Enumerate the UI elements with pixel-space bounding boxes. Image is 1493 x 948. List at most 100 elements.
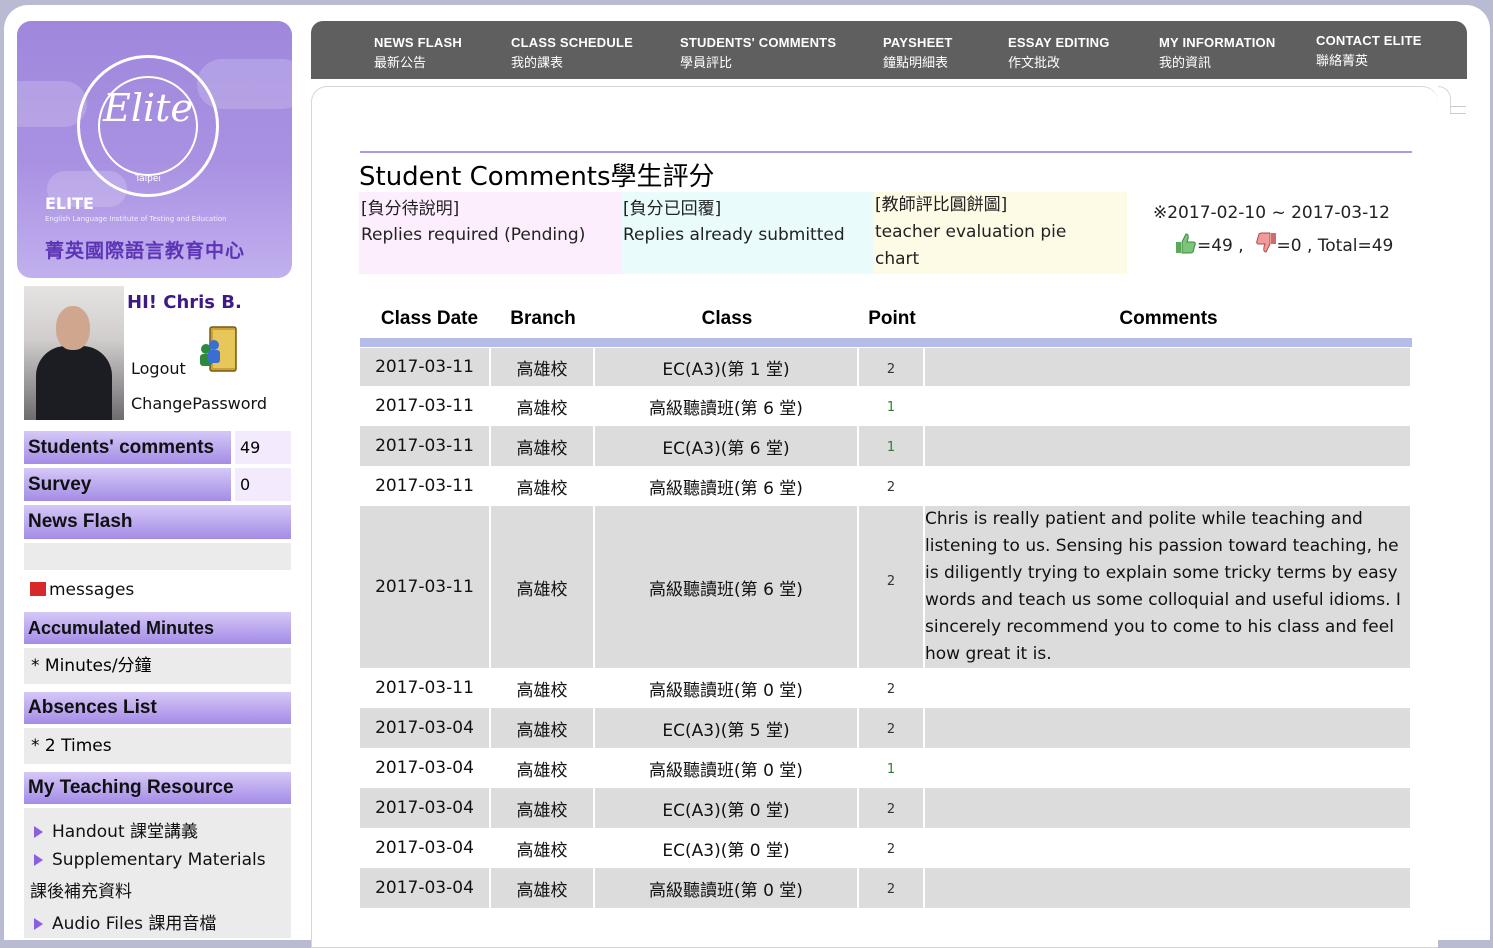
class-cell: EC(A3)(第 0 堂) — [595, 828, 859, 868]
user-greeting: HI! Chris B. — [127, 292, 242, 313]
col-comments: Comments — [1119, 308, 1218, 329]
news-flash-header[interactable]: News Flash — [24, 505, 291, 539]
class-date-cell: 2017-03-04 — [360, 748, 491, 788]
audio-files-link[interactable]: Audio Files 課用音檔 — [34, 909, 216, 934]
change-password-link[interactable]: ChangePassword — [131, 394, 267, 413]
legend-pie-chart[interactable]: [教師評比圓餅圖] teacher evaluation pie chart — [873, 192, 1127, 274]
comment-cell — [925, 466, 1412, 506]
comment-cell — [925, 348, 1412, 386]
date-range: ※2017-02-10 ~ 2017-03-12 — [1153, 203, 1390, 223]
point-cell: 1 — [859, 748, 925, 788]
col-branch: Branch — [510, 308, 576, 329]
logo-subtitle: English Language Institute of Testing an… — [45, 215, 227, 223]
point-cell: 2 — [859, 466, 925, 506]
logo-seal: Elite Taipei — [77, 55, 219, 197]
thumbs-up-icon — [1176, 233, 1196, 254]
nav-my-information[interactable]: MY INFORMATION 我的資訊 — [1159, 33, 1275, 73]
survey-link[interactable]: Survey — [24, 468, 231, 501]
table-row: 2017-03-11 高雄校 高級聽讀班(第 6 堂) 2 Chris is reall… — [360, 506, 1412, 668]
branch-cell: 高雄校 — [491, 506, 595, 668]
class-cell: EC(A3)(第 0 堂) — [595, 788, 859, 828]
comment-cell — [925, 748, 1412, 788]
scroll-handle[interactable] — [1450, 106, 1466, 114]
branch-cell: 高雄校 — [491, 668, 595, 708]
absences-item: * 2 Times — [24, 728, 291, 764]
legend-pending[interactable]: [負分待說明] Replies required (Pending) — [359, 192, 621, 274]
class-date-cell: 2017-03-11 — [360, 668, 491, 708]
col-point: Point — [868, 308, 916, 329]
messages-link[interactable]: messages — [30, 580, 134, 600]
table-row: 2017-03-04 高雄校 高級聽讀班(第 0 堂) 1 — [360, 748, 1412, 788]
comment-cell — [925, 426, 1412, 466]
nav-class-schedule[interactable]: CLASS SCHEDULE 我的課表 — [511, 33, 633, 73]
class-date-cell: 2017-03-04 — [360, 708, 491, 748]
nav-contact-elite[interactable]: CONTACT ELITE 聯絡菁英 — [1316, 31, 1422, 71]
logo-chinese-name: 菁英國際語言教育中心 — [45, 240, 246, 262]
comment-cell — [925, 708, 1412, 748]
comment-cell — [925, 868, 1412, 908]
table-row: 2017-03-04 高雄校 高級聽讀班(第 0 堂) 2 — [360, 868, 1412, 908]
nav-paysheet[interactable]: PAYSHEET 鐘點明細表 — [883, 33, 953, 73]
class-date-cell: 2017-03-11 — [360, 348, 491, 386]
logo-title: ELITE — [45, 194, 94, 213]
students-comments-link[interactable]: Students' comments — [24, 431, 231, 464]
nav-essay-editing[interactable]: ESSAY EDITING 作文批改 — [1008, 33, 1110, 73]
point-cell: 2 — [859, 788, 925, 828]
class-cell: 高級聽讀班(第 6 堂) — [595, 506, 859, 668]
arrow-right-icon — [34, 854, 43, 866]
point-cell: 2 — [859, 828, 925, 868]
comment-cell — [925, 386, 1412, 426]
table-row: 2017-03-11 高雄校 高級聽讀班(第 0 堂) 2 — [360, 668, 1412, 708]
thumbs-down-icon — [1255, 232, 1276, 253]
point-cell: 2 — [859, 348, 925, 386]
point-cell: 1 — [859, 386, 925, 426]
class-date-cell: 2017-03-11 — [360, 466, 491, 506]
col-class: Class — [701, 308, 753, 329]
branch-cell: 高雄校 — [491, 788, 595, 828]
users-folder-icon[interactable] — [196, 323, 244, 375]
top-nav: NEWS FLASH 最新公告 CLASS SCHEDULE 我的課表 STUDEN… — [311, 21, 1467, 79]
legend-replied[interactable]: [負分已回覆] Replies already submitted — [621, 192, 873, 274]
logout-link[interactable]: Logout — [131, 359, 186, 378]
nav-news-flash[interactable]: NEWS FLASH 最新公告 — [374, 33, 462, 73]
arrow-right-icon — [34, 826, 43, 838]
elite-logo[interactable]: Elite Taipei ELITE English Language Inst… — [17, 21, 292, 278]
table-row: 2017-03-11 高雄校 EC(A3)(第 1 堂) 2 — [360, 348, 1412, 386]
page-title: Student Comments學生評分 — [359, 162, 715, 192]
survey-count: 0 — [235, 468, 291, 501]
comment-cell — [925, 668, 1412, 708]
table-row: 2017-03-11 高雄校 EC(A3)(第 6 堂) 1 — [360, 426, 1412, 466]
class-cell: 高級聽讀班(第 0 堂) — [595, 668, 859, 708]
students-comments-count: 49 — [235, 431, 291, 464]
class-date-cell: 2017-03-04 — [360, 828, 491, 868]
supplementary-materials-cn[interactable]: 課後補充資料 — [30, 877, 132, 902]
comment-cell — [925, 788, 1412, 828]
score-tally: =49 , =0 , Total=49 — [1175, 232, 1393, 256]
branch-cell: 高雄校 — [491, 426, 595, 466]
teaching-resource-header[interactable]: My Teaching Resource — [24, 772, 291, 804]
class-cell: 高級聽讀班(第 6 堂) — [595, 466, 859, 506]
class-cell: EC(A3)(第 5 堂) — [595, 708, 859, 748]
handout-link[interactable]: Handout 課堂講義 — [34, 817, 198, 842]
branch-cell: 高雄校 — [491, 748, 595, 788]
accumulated-minutes-header[interactable]: Accumulated Minutes — [24, 612, 291, 644]
table-row: 2017-03-11 高雄校 高級聽讀班(第 6 堂) 2 — [360, 466, 1412, 506]
branch-cell: 高雄校 — [491, 868, 595, 908]
supplementary-materials-link[interactable]: Supplementary Materials — [34, 850, 266, 870]
class-cell: 高級聽讀班(第 6 堂) — [595, 386, 859, 426]
minutes-item: * Minutes/分鐘 — [24, 648, 291, 684]
flag-icon — [30, 582, 46, 596]
table-row: 2017-03-04 高雄校 EC(A3)(第 0 堂) 2 — [360, 788, 1412, 828]
point-cell: 1 — [859, 426, 925, 466]
table-row: 2017-03-04 高雄校 EC(A3)(第 0 堂) 2 — [360, 828, 1412, 868]
absences-list-header[interactable]: Absences List — [24, 692, 291, 724]
point-cell: 2 — [859, 708, 925, 748]
comments-table: 2017-03-11 高雄校 EC(A3)(第 1 堂) 2 2017-03-11 高雄校… — [360, 348, 1412, 908]
point-cell: 2 — [859, 506, 925, 668]
table-row: 2017-03-11 高雄校 高級聽讀班(第 6 堂) 1 — [360, 386, 1412, 426]
class-cell: 高級聽讀班(第 0 堂) — [595, 868, 859, 908]
nav-students-comments[interactable]: STUDENTS' COMMENTS 學員評比 — [680, 33, 836, 73]
avatar — [24, 286, 124, 420]
table-row: 2017-03-04 高雄校 EC(A3)(第 5 堂) 2 — [360, 708, 1412, 748]
class-date-cell: 2017-03-11 — [360, 426, 491, 466]
